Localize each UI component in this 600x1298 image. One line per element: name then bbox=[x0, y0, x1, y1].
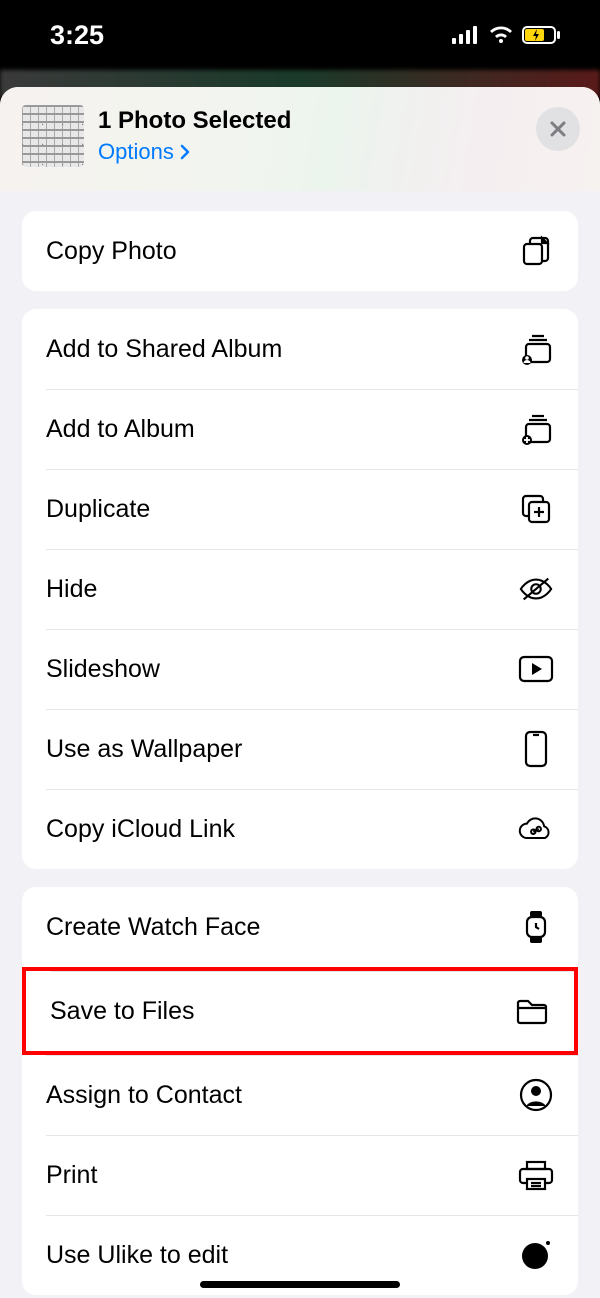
icloud-link-icon bbox=[518, 811, 554, 847]
row-label: Add to Shared Album bbox=[46, 335, 282, 364]
battery-charging-icon bbox=[522, 26, 560, 44]
assign-contact-row[interactable]: Assign to Contact bbox=[22, 1055, 578, 1135]
row-label: Save to Files bbox=[50, 997, 195, 1026]
row-label: Copy iCloud Link bbox=[46, 815, 235, 844]
row-label: Use as Wallpaper bbox=[46, 735, 242, 764]
row-label: Create Watch Face bbox=[46, 913, 260, 942]
slideshow-icon bbox=[518, 651, 554, 687]
row-label: Print bbox=[46, 1161, 97, 1190]
save-to-files-row[interactable]: Save to Files bbox=[22, 967, 578, 1055]
add-album-icon bbox=[518, 411, 554, 447]
sheet-header: 1 Photo Selected Options bbox=[0, 87, 600, 191]
cellular-icon bbox=[452, 26, 480, 44]
copy-photo-icon bbox=[518, 233, 554, 269]
print-icon bbox=[518, 1157, 554, 1193]
action-group: Create Watch Face Save to Files Assign t… bbox=[22, 887, 578, 1295]
options-label: Options bbox=[98, 139, 174, 165]
wifi-icon bbox=[488, 26, 514, 44]
row-label: Copy Photo bbox=[46, 237, 177, 266]
actions-list: Copy Photo Add to Shared Album Add to Al… bbox=[0, 191, 600, 1295]
ulike-icon bbox=[518, 1237, 554, 1273]
watch-face-icon bbox=[518, 909, 554, 945]
copy-photo-row[interactable]: Copy Photo bbox=[22, 211, 578, 291]
watch-face-row[interactable]: Create Watch Face bbox=[22, 887, 578, 967]
sheet-title: 1 Photo Selected bbox=[98, 107, 291, 135]
slideshow-row[interactable]: Slideshow bbox=[22, 629, 578, 709]
home-indicator[interactable] bbox=[200, 1281, 400, 1288]
hide-row[interactable]: Hide bbox=[22, 549, 578, 629]
status-bar: 3:25 bbox=[0, 0, 600, 70]
action-group: Add to Shared Album Add to Album Duplica… bbox=[22, 309, 578, 869]
close-icon bbox=[549, 120, 567, 138]
share-sheet: 1 Photo Selected Options Copy Photo Add … bbox=[0, 87, 600, 1298]
row-label: Duplicate bbox=[46, 495, 150, 524]
add-shared-album-row[interactable]: Add to Shared Album bbox=[22, 309, 578, 389]
shared-album-icon bbox=[518, 331, 554, 367]
chevron-right-icon bbox=[180, 144, 190, 160]
row-label: Assign to Contact bbox=[46, 1081, 242, 1110]
wallpaper-row[interactable]: Use as Wallpaper bbox=[22, 709, 578, 789]
duplicate-row[interactable]: Duplicate bbox=[22, 469, 578, 549]
row-label: Hide bbox=[46, 575, 97, 604]
row-label: Use Ulike to edit bbox=[46, 1241, 228, 1270]
wallpaper-icon bbox=[518, 731, 554, 767]
duplicate-icon bbox=[518, 491, 554, 527]
close-button[interactable] bbox=[536, 107, 580, 151]
action-group: Copy Photo bbox=[22, 211, 578, 291]
row-label: Add to Album bbox=[46, 415, 195, 444]
add-album-row[interactable]: Add to Album bbox=[22, 389, 578, 469]
hide-icon bbox=[518, 571, 554, 607]
photo-thumbnail bbox=[22, 105, 84, 167]
contact-icon bbox=[518, 1077, 554, 1113]
print-row[interactable]: Print bbox=[22, 1135, 578, 1215]
status-time: 3:25 bbox=[50, 20, 104, 51]
row-label: Slideshow bbox=[46, 655, 160, 684]
folder-icon bbox=[514, 993, 550, 1029]
status-icons bbox=[452, 26, 560, 44]
icloud-link-row[interactable]: Copy iCloud Link bbox=[22, 789, 578, 869]
options-button[interactable]: Options bbox=[98, 139, 291, 165]
